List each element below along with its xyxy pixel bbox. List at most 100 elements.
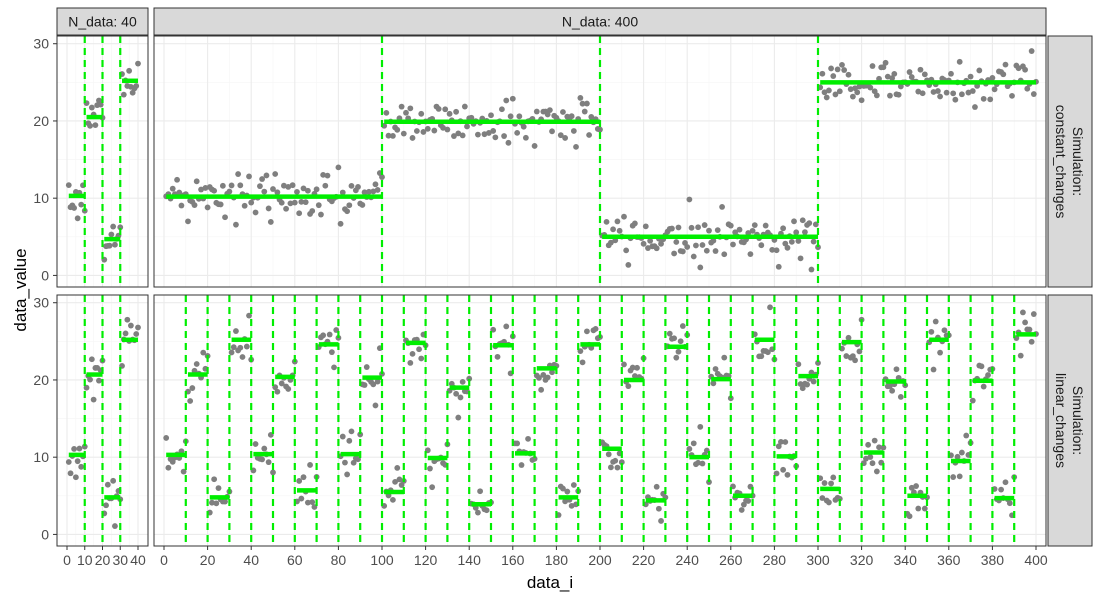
- data-point: [328, 349, 335, 356]
- data-point: [758, 242, 765, 249]
- data-point: [274, 388, 281, 395]
- data-point: [623, 247, 630, 254]
- data-point: [228, 182, 235, 189]
- data-point: [673, 354, 680, 361]
- data-point: [603, 218, 610, 225]
- data-point: [616, 227, 623, 234]
- data-point: [315, 202, 322, 209]
- data-point: [219, 182, 226, 189]
- data-point: [751, 222, 758, 229]
- data-point: [302, 199, 309, 206]
- data-point: [738, 507, 745, 513]
- data-point: [1002, 61, 1009, 68]
- data-point: [1028, 338, 1035, 345]
- data-point: [127, 322, 134, 329]
- data-point: [688, 224, 695, 231]
- data-point: [867, 454, 874, 460]
- data-point: [108, 231, 115, 238]
- data-point: [640, 240, 647, 247]
- row-strip-label-line2: linear_changes: [1053, 373, 1069, 468]
- data-point: [544, 374, 551, 381]
- data-point: [891, 70, 898, 77]
- chart-svg: data_i data_value 010203001020300 10 20 30 4…: [11, 7, 1093, 592]
- data-point: [570, 128, 577, 134]
- data-point: [243, 343, 250, 350]
- data-point: [780, 225, 787, 232]
- data-point: [237, 344, 244, 351]
- data-point: [712, 248, 719, 254]
- data-point: [614, 464, 621, 471]
- data-point: [400, 130, 407, 137]
- data-point: [503, 323, 510, 330]
- data-point: [784, 244, 791, 251]
- data-point: [958, 91, 965, 98]
- data-point: [228, 349, 235, 356]
- y-tick-label: 10: [33, 190, 49, 206]
- data-point: [869, 63, 876, 69]
- data-point: [90, 396, 97, 403]
- data-point: [120, 91, 127, 98]
- data-point: [169, 185, 176, 192]
- data-point: [745, 498, 752, 504]
- data-point: [873, 468, 880, 475]
- data-point: [749, 227, 756, 234]
- data-point: [307, 462, 313, 468]
- data-point: [987, 96, 994, 103]
- data-point: [930, 366, 937, 373]
- data-point: [614, 218, 621, 225]
- data-point: [828, 65, 834, 72]
- data-point: [625, 261, 632, 268]
- data-point: [296, 210, 303, 217]
- data-point: [839, 61, 845, 68]
- data-point: [320, 332, 327, 339]
- data-point: [549, 128, 555, 135]
- data-point: [459, 378, 466, 385]
- x-tick-label: 10: [77, 552, 93, 568]
- data-point: [355, 184, 361, 190]
- data-point: [897, 394, 904, 400]
- data-point: [653, 483, 660, 490]
- x-tick-label: 380: [981, 552, 1005, 568]
- data-point: [610, 226, 616, 233]
- data-point: [193, 361, 200, 367]
- x-tick-label: 20: [200, 552, 216, 568]
- data-point: [699, 242, 706, 248]
- data-point: [514, 129, 521, 136]
- x-tick-label: 220: [632, 552, 656, 568]
- data-point: [459, 132, 466, 139]
- data-point: [446, 110, 453, 117]
- data-point: [261, 188, 268, 195]
- x-tick-label: 100: [370, 552, 394, 568]
- data-point: [106, 242, 113, 249]
- data-point: [239, 354, 246, 360]
- data-point: [882, 59, 889, 66]
- data-point: [211, 187, 218, 194]
- data-point: [78, 463, 85, 470]
- data-point: [577, 94, 584, 101]
- row-strip-label-line2: constant_changes: [1053, 105, 1069, 219]
- data-point: [390, 132, 396, 139]
- data-point: [714, 227, 721, 234]
- data-point: [721, 251, 728, 258]
- data-point: [501, 133, 507, 139]
- data-point: [126, 67, 133, 74]
- data-point: [409, 350, 416, 357]
- data-point: [1022, 319, 1028, 326]
- y-tick-label: 0: [41, 526, 49, 542]
- data-point: [826, 499, 832, 506]
- data-point: [808, 266, 815, 273]
- data-point: [1020, 309, 1026, 316]
- data-point: [267, 219, 274, 225]
- data-point: [522, 134, 529, 141]
- x-tick-label: 0: [160, 552, 168, 568]
- data-point: [122, 330, 129, 337]
- data-point: [455, 414, 462, 421]
- data-point: [841, 67, 848, 73]
- data-point: [283, 205, 289, 212]
- data-point: [869, 460, 876, 467]
- data-point: [331, 364, 337, 371]
- data-point: [88, 104, 95, 111]
- data-point: [135, 324, 141, 331]
- data-point: [697, 264, 704, 271]
- data-point: [289, 182, 296, 189]
